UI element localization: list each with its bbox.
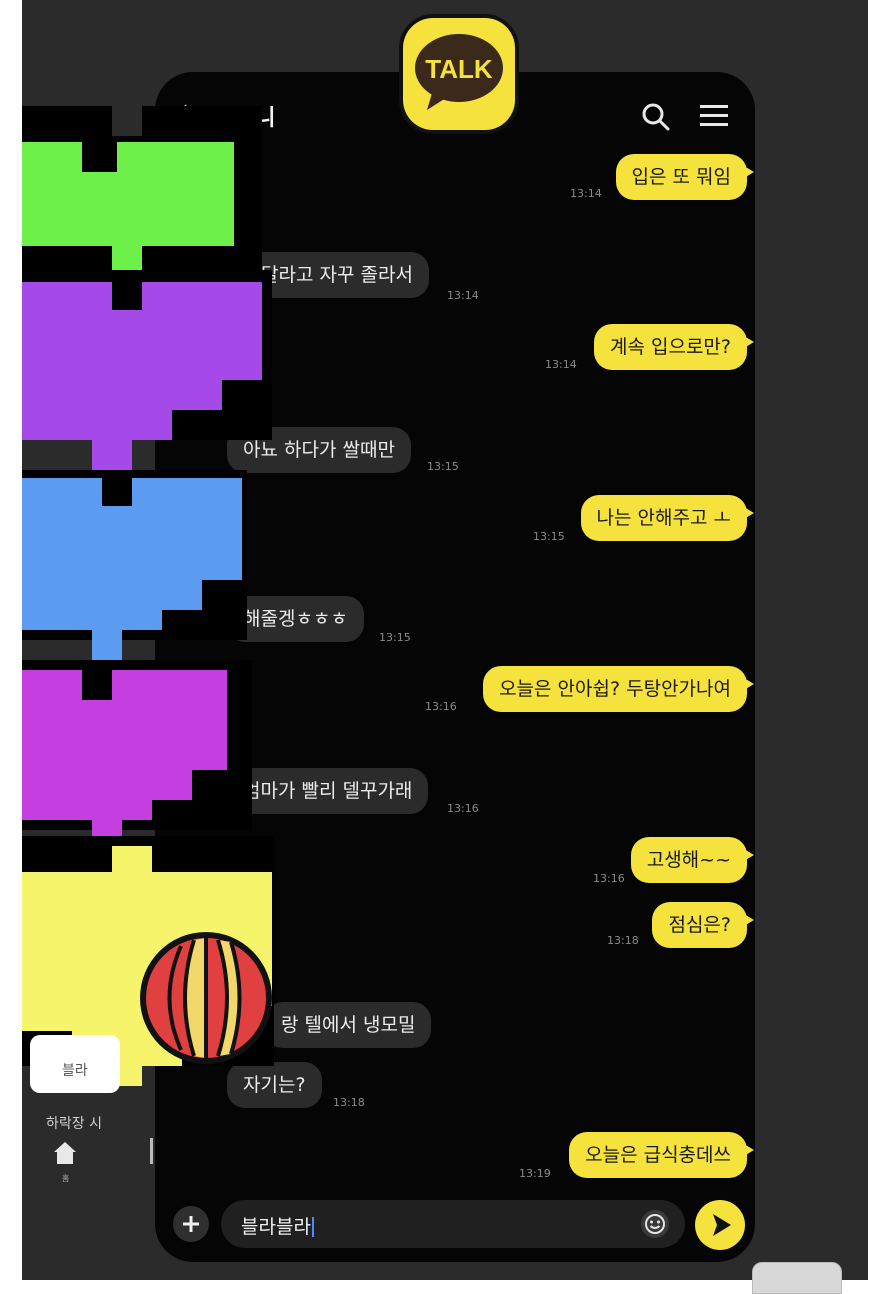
plus-button[interactable]	[173, 1206, 209, 1242]
message-time: 13:18	[333, 1096, 365, 1109]
message-time: 13:19	[519, 1167, 551, 1180]
message-time: 13:16	[593, 872, 625, 885]
message-input-bar: 블라블라	[155, 1192, 755, 1262]
message-time: 13:18	[607, 934, 639, 947]
message-bubble-sent[interactable]: 입은 또 뭐임	[615, 154, 755, 200]
pixel-heart-magenta	[22, 660, 252, 845]
send-arrow-icon	[713, 1214, 731, 1236]
kakaotalk-logo: TALK	[399, 14, 519, 134]
left-panel-caption: 하락장 시	[46, 1116, 102, 1132]
message-bubble-sent[interactable]: 점심은?	[652, 902, 754, 948]
message-bubble-sent[interactable]: 고생해~~	[630, 837, 755, 883]
message-input[interactable]: 블라블라	[221, 1200, 685, 1248]
hamburger-menu-icon[interactable]	[698, 102, 730, 130]
message-time: 13:14	[570, 187, 602, 200]
panel-edge	[150, 1138, 153, 1164]
message-time: 13:15	[533, 530, 565, 543]
message-bubble-sent[interactable]: 계속 입으로만?	[593, 324, 755, 370]
message-bubble-received[interactable]: 엄마가 빨리 델꾸가래	[227, 768, 429, 814]
emoji-icon[interactable]	[639, 1208, 671, 1240]
message-time: 13:15	[427, 460, 459, 473]
message-time: 13:16	[425, 700, 457, 713]
pixel-heart-blue	[22, 470, 247, 660]
message-bubble-received[interactable]: 랑 텔에서 냉모밀	[265, 1002, 432, 1048]
beach-ball-icon	[140, 932, 272, 1064]
plus-icon	[183, 1216, 199, 1232]
message-bubble-sent[interactable]: 나는 안해주고 ㅗ	[580, 495, 755, 541]
message-time: 13:15	[379, 631, 411, 644]
send-button[interactable]	[695, 1200, 745, 1250]
logo-text: TALK	[425, 54, 493, 84]
pixel-heart-purple	[22, 270, 272, 470]
scroll-indicator-tab[interactable]	[752, 1262, 842, 1294]
message-bubble-sent[interactable]: 오늘은 급식충데쓰	[569, 1132, 754, 1178]
home-icon[interactable]	[53, 1140, 77, 1166]
home-label: 홈	[62, 1174, 70, 1183]
left-panel-card-label: 블라	[62, 1063, 88, 1079]
message-time: 13:14	[447, 289, 479, 302]
pixel-heart-green	[22, 106, 262, 278]
message-time: 13:16	[447, 802, 479, 815]
message-time: 13:14	[545, 358, 577, 371]
message-bubble-sent[interactable]: 오늘은 안아쉽? 두탕안가나여	[483, 666, 754, 712]
message-input-text: 블라블라	[241, 1212, 314, 1239]
search-icon[interactable]	[641, 102, 671, 132]
